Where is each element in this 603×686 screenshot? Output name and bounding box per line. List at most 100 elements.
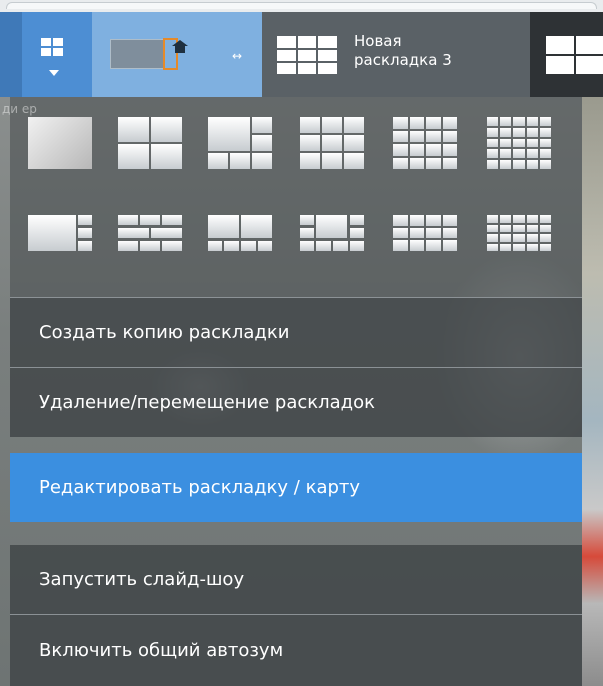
layout-template-3x4[interactable] bbox=[393, 215, 457, 251]
layout-cell bbox=[426, 144, 441, 156]
layout-template-2-plus-6[interactable] bbox=[118, 215, 182, 251]
layout-cell bbox=[426, 130, 441, 142]
layout-cell bbox=[393, 215, 408, 226]
layout-cell bbox=[539, 117, 551, 126]
home-icon bbox=[172, 40, 188, 54]
layout-cell bbox=[500, 127, 512, 137]
layout-cell bbox=[393, 117, 408, 129]
layout-selector: ↔ bbox=[22, 12, 262, 97]
layout-cell bbox=[539, 243, 551, 251]
layout-cell bbox=[526, 243, 538, 251]
layout-cell bbox=[409, 215, 424, 226]
layout-template-1-plus-side[interactable] bbox=[28, 215, 92, 251]
layout-tab-title-line1: Новая bbox=[354, 32, 402, 50]
layout-tab-new-layout-3[interactable]: Новая раскладка 3 bbox=[262, 12, 530, 97]
layout-cell bbox=[409, 240, 424, 251]
layout-tab-title: Новая раскладка 3 bbox=[354, 32, 452, 70]
layout-cell bbox=[513, 160, 525, 169]
layout-template-1-plus-5[interactable] bbox=[208, 117, 272, 169]
layout-cell bbox=[500, 138, 512, 148]
layouts-menu-button[interactable] bbox=[22, 12, 92, 97]
layout-cell bbox=[393, 144, 408, 156]
layout-cell bbox=[426, 240, 441, 251]
layout-grid-icon bbox=[277, 36, 337, 74]
layout-cell bbox=[539, 127, 551, 137]
menu-item-enable-autozoom[interactable]: Включить общий автозум bbox=[10, 615, 582, 686]
menu-item-start-slideshow[interactable]: Запустить слайд-шоу bbox=[10, 545, 582, 614]
layout-cell bbox=[500, 243, 512, 251]
menu-item-copy-layout[interactable]: Создать копию раскладки bbox=[10, 298, 582, 367]
layout-cell bbox=[487, 149, 499, 159]
layout-cell bbox=[539, 234, 551, 242]
layout-dropdown-menu: ди ер Создать копию раскладки Удаление/п… bbox=[2, 97, 582, 686]
layout-cell bbox=[442, 130, 457, 142]
layout-cell bbox=[539, 149, 551, 159]
layout-toolbar: ↔ Новая раскладка 3 bbox=[0, 12, 603, 97]
layout-grid-icon bbox=[546, 36, 603, 74]
layout-cell bbox=[513, 127, 525, 137]
layout-cell bbox=[442, 227, 457, 239]
layout-template-3x3[interactable] bbox=[300, 117, 364, 169]
layout-template-5x5[interactable] bbox=[487, 117, 551, 169]
layout-cell bbox=[500, 117, 512, 126]
layout-template-4x4[interactable] bbox=[393, 117, 457, 169]
window-frame bbox=[0, 0, 603, 12]
layout-tab-next[interactable] bbox=[530, 12, 603, 97]
layout-cell bbox=[526, 117, 538, 126]
layout-tab-title-line2: раскладка 3 bbox=[354, 51, 452, 69]
layout-cell bbox=[487, 127, 499, 137]
layout-cell bbox=[393, 157, 408, 169]
layout-cell bbox=[487, 243, 499, 251]
layout-cell bbox=[500, 234, 512, 242]
layout-cell bbox=[442, 144, 457, 156]
layout-cell bbox=[426, 215, 441, 226]
layout-cell bbox=[409, 227, 424, 239]
layout-cell bbox=[487, 160, 499, 169]
layout-templates-row-2 bbox=[10, 195, 582, 281]
layout-cell bbox=[513, 234, 525, 242]
layout-cell bbox=[487, 215, 499, 223]
layout-cell bbox=[526, 138, 538, 148]
layout-cell bbox=[393, 130, 408, 142]
layout-cell bbox=[500, 215, 512, 223]
layout-cell bbox=[487, 224, 499, 232]
toolbar-edge bbox=[0, 12, 22, 97]
layout-cell bbox=[409, 157, 424, 169]
layout-cell bbox=[513, 224, 525, 232]
layout-cell bbox=[526, 215, 538, 223]
layout-template-mixed[interactable] bbox=[300, 215, 364, 251]
layout-cell bbox=[513, 117, 525, 126]
layout-cell bbox=[526, 224, 538, 232]
chevron-down-icon bbox=[49, 70, 59, 76]
layout-cell bbox=[513, 149, 525, 159]
resize-handle-icon[interactable]: ↔ bbox=[232, 49, 242, 63]
home-layout-thumbnail[interactable] bbox=[110, 38, 165, 70]
layout-cell bbox=[513, 243, 525, 251]
layout-cell bbox=[526, 149, 538, 159]
layout-template-1x1[interactable] bbox=[28, 117, 92, 169]
menu-item-label: Создать копию раскладки bbox=[39, 322, 290, 343]
menu-item-label: Запустить слайд-шоу bbox=[39, 569, 245, 590]
layout-template-4x5[interactable] bbox=[487, 215, 551, 251]
layout-cell bbox=[442, 215, 457, 226]
layout-template-wide-plus-small[interactable] bbox=[208, 215, 272, 251]
layout-cell bbox=[409, 117, 424, 129]
layout-cell bbox=[442, 117, 457, 129]
menu-item-label: Включить общий автозум bbox=[39, 640, 284, 661]
layout-cell bbox=[526, 127, 538, 137]
camera-view-edge bbox=[582, 97, 603, 686]
layout-cell bbox=[487, 234, 499, 242]
layout-cell bbox=[426, 227, 441, 239]
layout-cell bbox=[500, 160, 512, 169]
layout-cell bbox=[426, 117, 441, 129]
menu-item-manage-layouts[interactable]: Удаление/перемещение раскладок bbox=[10, 368, 582, 437]
layout-cell bbox=[539, 224, 551, 232]
layout-cell bbox=[442, 157, 457, 169]
layout-template-2x2[interactable] bbox=[118, 117, 182, 169]
layout-cell bbox=[513, 215, 525, 223]
layout-cell bbox=[513, 138, 525, 148]
menu-item-edit-layout-map[interactable]: Редактировать раскладку / карту bbox=[10, 453, 582, 522]
menu-item-label: Удаление/перемещение раскладок bbox=[39, 392, 376, 413]
layout-cell bbox=[539, 215, 551, 223]
menu-item-label: Редактировать раскладку / карту bbox=[39, 477, 361, 498]
